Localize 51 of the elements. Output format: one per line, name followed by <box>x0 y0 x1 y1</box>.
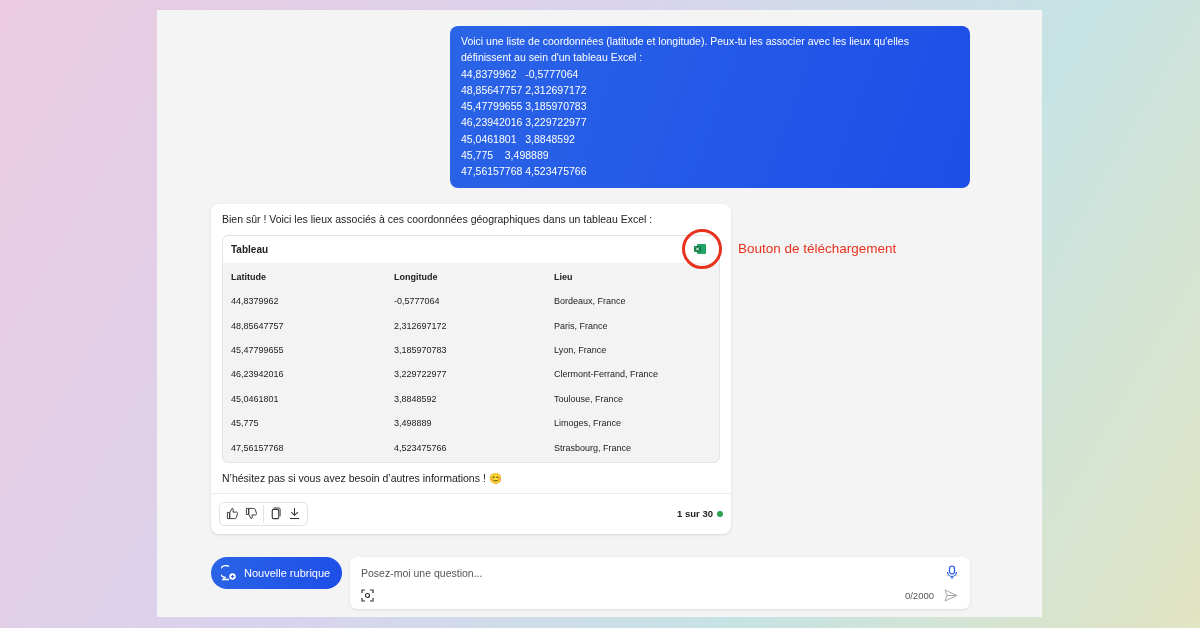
table-cell-text: 3,185970783 <box>394 345 448 356</box>
status-dot <box>717 510 723 517</box>
thumbs-up-icon <box>226 507 239 521</box>
annotation-circle <box>682 228 722 269</box>
scan-icon[interactable] <box>361 589 374 602</box>
table-cell-text: Strasbourg, France <box>554 442 633 453</box>
coordinate-line: 44,8379962 -0,5777064 <box>461 66 580 82</box>
table-cell-text: Bordeaux, France <box>554 296 627 307</box>
microphone-icon[interactable] <box>946 565 958 580</box>
answer-text: N’hésitez pas si vous avez besoin d’autres informations ! 😊 <box>222 470 503 485</box>
table-cell-text: 4,523475766 <box>394 442 448 453</box>
column-header: Lieu <box>554 271 574 282</box>
table-cell-text: 45,775 <box>231 418 260 429</box>
table-cell-text: Paris, France <box>554 320 609 331</box>
table-cell-text: 3,498889 <box>394 418 433 429</box>
question-input-field[interactable]: Posez-moi une question... <box>361 566 946 579</box>
new-topic-button[interactable]: Nouvelle rubrique <box>211 557 342 589</box>
table-cell-text: 2,312697172 <box>394 320 448 331</box>
coordinate-line: 45,775 3,498889 <box>461 148 550 164</box>
coordinate-line: 45,0461801 3,8848592 <box>461 131 576 147</box>
table-cell-text: 46,23942016 <box>231 369 285 380</box>
table-cell-text: -0,5777064 <box>394 296 441 307</box>
annotation-label: Bouton de téléchargement <box>738 240 897 256</box>
table-cell-text: 45,0461801 <box>231 393 280 404</box>
table-cell-text: Toulouse, France <box>554 393 625 404</box>
chat-bubble-icon <box>221 565 237 581</box>
character-count: 0/2000 <box>904 590 934 601</box>
response-counter: 1 sur 30 <box>677 508 713 520</box>
user-message-text: Voici une liste de coordonnées (latitude et longitude). Peux-tu les associer avec les lieux qu'elles définissent au sein d'un tableau Excel : <box>461 34 910 66</box>
column-header: Longitude <box>394 271 439 282</box>
answer-text: Bien sûr ! Voici les lieux associés à ces coordonnées géographiques dans un tableau Excel : <box>222 211 654 226</box>
table-cell-text: Clermont-Ferrand, France <box>554 369 660 380</box>
table-cell-text: 48,85647757 <box>231 320 285 331</box>
table-cell-text: Limoges, France <box>554 418 623 429</box>
table-title: Tableau <box>231 243 269 255</box>
download-icon <box>288 507 301 521</box>
table-cell-text: 47,56157768 <box>231 442 285 453</box>
coordinate-line: 48,85647757 2,312697172 <box>461 82 588 98</box>
column-header: Latitude <box>231 271 267 282</box>
copy-icon <box>269 507 282 521</box>
table-cell-text: 45,47799655 <box>231 345 285 356</box>
table-cell-text: 3,8848592 <box>394 393 438 404</box>
excel-icon <box>694 243 706 256</box>
question-input-box[interactable]: Posez-moi une question... 0/2000 <box>350 557 970 609</box>
coordinate-line: 46,23942016 3,229722977 <box>461 115 588 131</box>
thumbs-down-icon <box>245 507 258 521</box>
coordinate-line: 45,47799655 3,185970783 <box>461 99 588 115</box>
coordinate-line: 47,56157768 4,523475766 <box>461 164 588 180</box>
table-cell-text: 44,8379962 <box>231 296 280 307</box>
table-cell-text: Lyon, France <box>554 345 608 356</box>
table-cell-text: 3,229722977 <box>394 369 448 380</box>
